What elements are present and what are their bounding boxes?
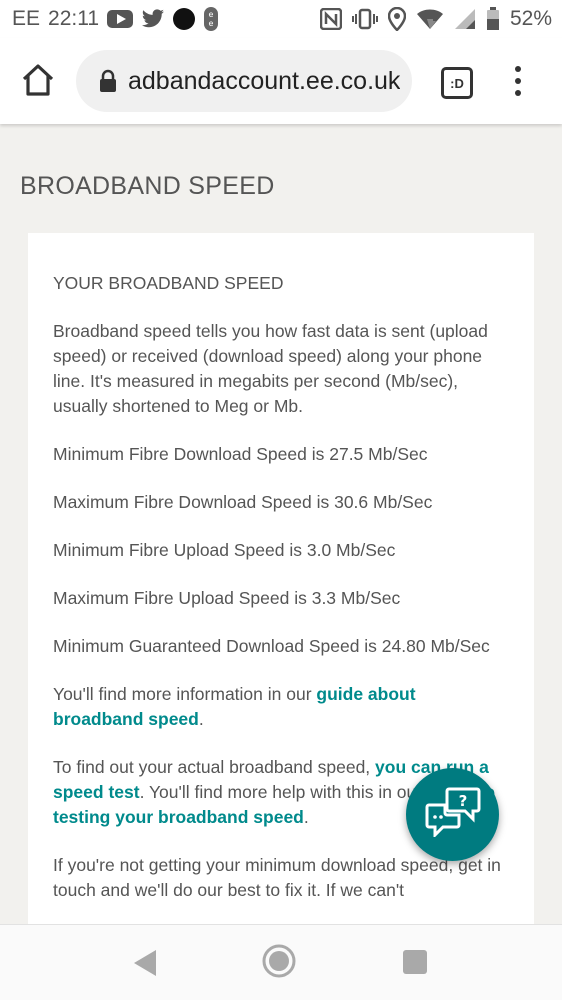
speed-min-download: Minimum Fibre Download Speed is 27.5 Mb/… <box>53 444 428 464</box>
speed-min-upload: Minimum Fibre Upload Speed is 3.0 Mb/Sec <box>53 540 396 560</box>
dot-icon <box>173 8 196 30</box>
section-heading: YOUR BROADBAND SPEED <box>53 273 284 293</box>
svg-text:e: e <box>209 19 214 28</box>
battery-label: 52% <box>509 7 552 30</box>
tab-switcher-button[interactable]: :D <box>441 67 473 99</box>
youtube-icon <box>107 10 134 28</box>
intro-paragraph: Broadband speed tells you how fast data … <box>53 321 488 416</box>
svg-text:e: e <box>209 10 214 19</box>
speed-max-upload: Maximum Fibre Upload Speed is 3.3 Mb/Sec <box>53 588 401 608</box>
battery-icon <box>486 7 500 31</box>
not-getting-paragraph: If you're not getting your minimum downl… <box>53 855 501 900</box>
speed-max-download: Maximum Fibre Download Speed is 30.6 Mb/… <box>53 492 433 512</box>
more-info-paragraph: You'll find more information in our guid… <box>53 682 510 732</box>
system-nav-bar <box>0 924 562 1000</box>
twitter-icon <box>141 9 165 29</box>
browser-toolbar: adbandaccount.ee.co.uk :D <box>0 38 562 124</box>
speed-test-end: . <box>303 807 309 827</box>
back-icon[interactable] <box>133 949 157 977</box>
nfc-icon <box>319 8 342 30</box>
more-info-end: . <box>198 709 204 729</box>
svg-text:?: ? <box>458 792 467 810</box>
ee-icon: ee <box>203 6 219 32</box>
address-bar[interactable]: adbandaccount.ee.co.uk <box>76 50 412 112</box>
time-label: 22:11 <box>48 7 100 30</box>
location-icon <box>387 7 406 31</box>
wifi-icon <box>416 8 444 30</box>
speed-test-text: To find out your actual broadband speed, <box>53 757 376 777</box>
page-title: BROADBAND SPEED <box>20 172 275 200</box>
vibrate-icon <box>351 8 378 30</box>
signal-icon <box>454 8 476 30</box>
more-options-icon[interactable] <box>512 66 524 96</box>
carrier-label: EE <box>12 7 41 30</box>
home-icon[interactable] <box>20 62 56 98</box>
more-info-text: You'll find more information in our <box>53 684 317 704</box>
speed-test-middle: . You'll find more help with this in our <box>139 782 427 802</box>
speed-guaranteed-download: Minimum Guaranteed Download Speed is 24.… <box>53 636 490 656</box>
chat-help-icon: ? <box>425 787 481 842</box>
lock-icon <box>98 69 118 93</box>
status-bar: EE 22:11 ee 52% <box>0 0 562 38</box>
home-circle-icon[interactable] <box>262 944 296 978</box>
url-text[interactable]: adbandaccount.ee.co.uk <box>128 67 400 96</box>
recents-icon[interactable] <box>403 950 427 974</box>
help-chat-button[interactable]: ? <box>406 768 499 861</box>
